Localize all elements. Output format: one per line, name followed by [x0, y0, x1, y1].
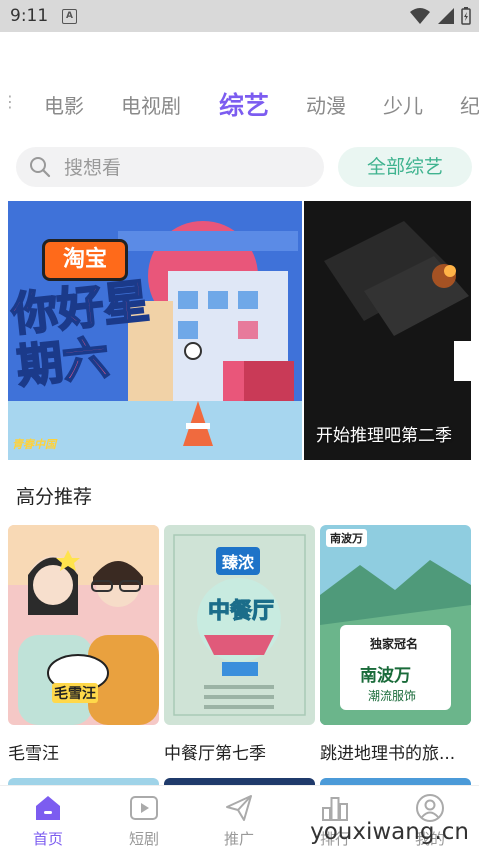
card-thumbnail: 南波万 独家冠名 南波万 潮流服饰	[320, 525, 471, 725]
status-icons	[409, 7, 471, 25]
tab-kids[interactable]: 少儿	[383, 90, 423, 119]
nav-short-drama[interactable]: 短剧	[104, 792, 184, 849]
nav-promote[interactable]: 推广	[199, 792, 279, 849]
card-poster-text: 毛雪汪	[52, 683, 98, 703]
section-title: 高分推荐	[16, 486, 93, 508]
taobao-logo: 淘宝	[42, 239, 128, 281]
search-box[interactable]	[16, 147, 324, 189]
tab-overflow-marker: ⋮	[2, 92, 18, 111]
card-chinese-restaurant-7[interactable]: 臻浓 中餐厅 中餐厅第七季	[164, 525, 315, 764]
banner-start-reasoning[interactable]: 开始推理吧第二季	[304, 201, 471, 460]
tab-movie[interactable]: 电影	[44, 90, 84, 119]
card-title: 毛雪汪	[8, 744, 59, 764]
tab-anime[interactable]: 动漫	[306, 90, 346, 119]
card-thumbnail: 毛雪汪	[8, 525, 159, 725]
home-icon	[36, 796, 60, 820]
nav-label: 首页	[32, 830, 63, 848]
nav-label: 短剧	[128, 830, 159, 848]
card-mao-xue-wang[interactable]: 毛雪汪 毛雪汪	[8, 525, 159, 764]
card-title: 中餐厅第七季	[164, 744, 266, 764]
card-geography-travel[interactable]: 南波万 独家冠名 南波万 潮流服饰 跳进地理书的旅...	[320, 525, 471, 764]
nav-home[interactable]: 首页	[8, 792, 88, 849]
send-icon	[226, 795, 252, 821]
search-input[interactable]	[62, 147, 316, 189]
tab-variety[interactable]: 综艺	[219, 86, 269, 122]
brand-name: 南波万	[360, 666, 411, 686]
all-variety-button[interactable]: 全部综艺	[338, 147, 472, 187]
banner-title-art: 你好星期六	[8, 273, 153, 395]
play-icon	[130, 796, 158, 820]
search-icon	[30, 157, 51, 178]
sponsor-label: 独家冠名	[370, 637, 419, 651]
brand-logo: 南波万	[326, 529, 367, 547]
tab-documentary[interactable]: 纪	[460, 90, 479, 119]
banner-hello-saturday[interactable]: 淘宝 你好星期六 青春中国	[8, 201, 302, 460]
status-bar: 9:11 A	[0, 0, 479, 32]
status-time: 9:11	[10, 6, 49, 26]
watermark: youxiwang.cn	[310, 819, 469, 845]
notification-icon: A	[62, 9, 77, 24]
card-title: 跳进地理书的旅...	[320, 744, 456, 764]
card-thumbnail: 臻浓 中餐厅	[164, 525, 315, 725]
banner-corner-text: 青春中国	[12, 438, 56, 451]
category-tabs: ⋮ 电影 电视剧 综艺 动漫 少儿 纪	[0, 82, 479, 126]
sponsor-badge: 臻浓	[216, 547, 261, 575]
signal-icon	[438, 8, 454, 24]
battery-icon	[461, 7, 471, 25]
tab-tv-series[interactable]: 电视剧	[121, 90, 181, 119]
card-poster-text: 中餐厅	[207, 599, 275, 625]
banner-caption: 开始推理吧第二季	[316, 426, 452, 446]
nav-label: 推广	[223, 830, 254, 848]
brand-slogan: 潮流服饰	[368, 689, 417, 703]
wifi-icon	[410, 8, 430, 24]
